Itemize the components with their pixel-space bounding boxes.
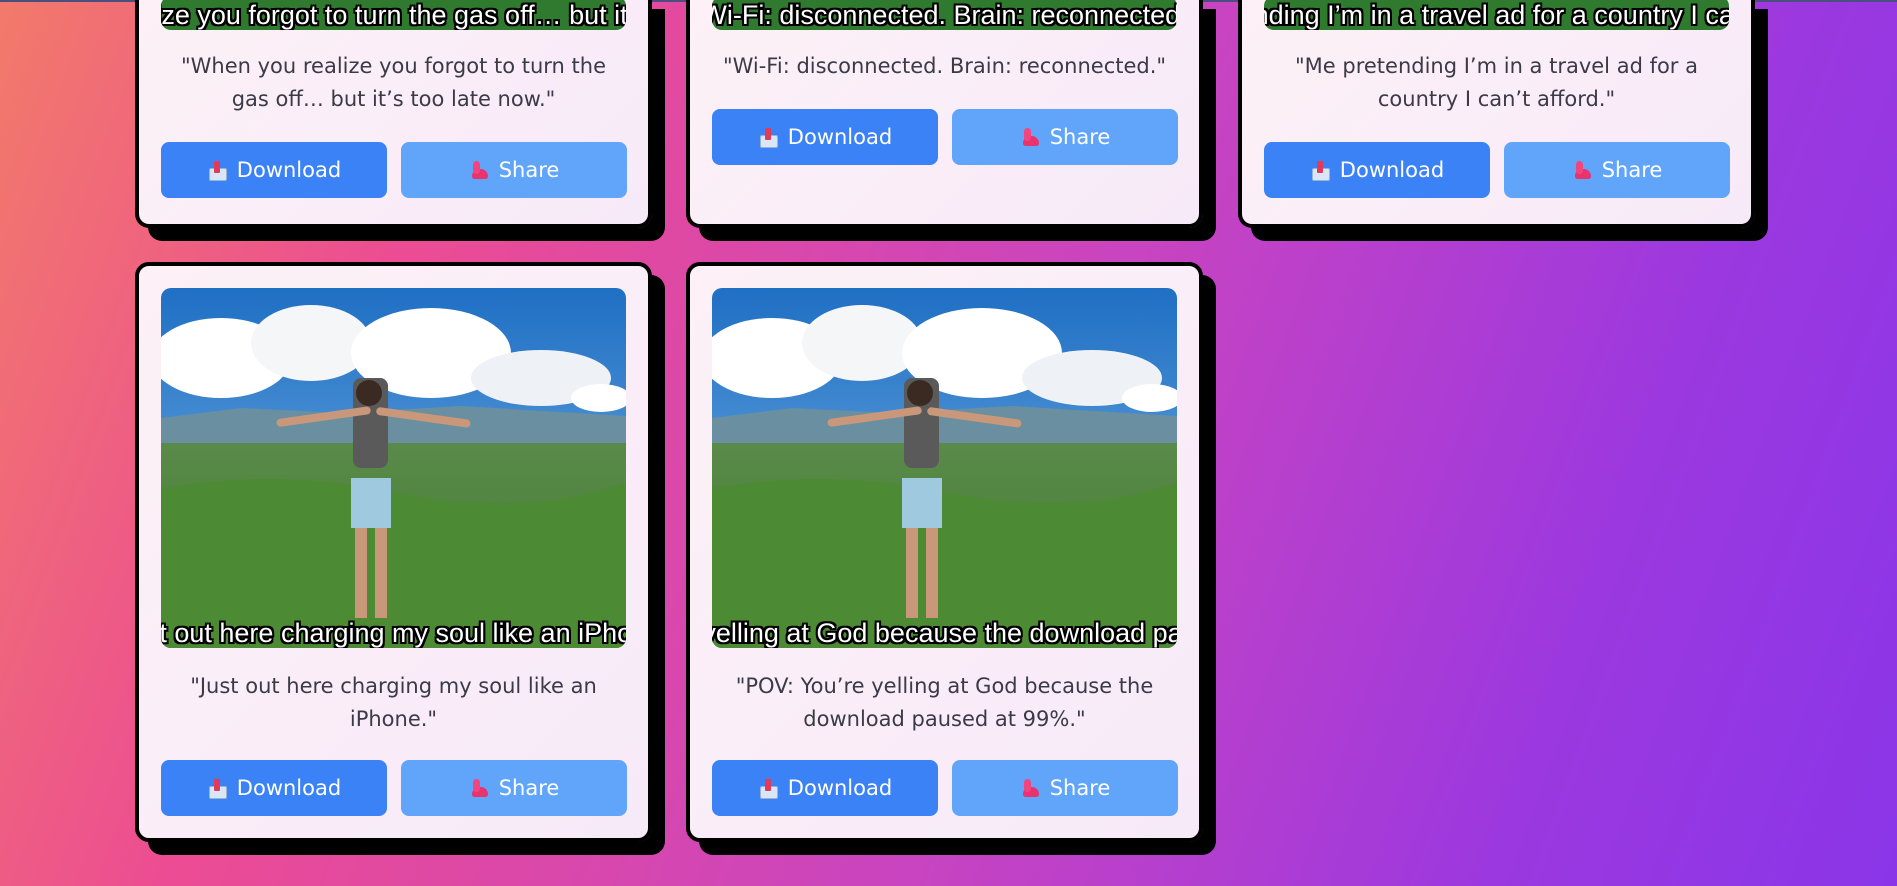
man-on-mountain-photo: [161, 288, 626, 648]
meme-image[interactable]: Wi-Fi: disconnected. Brain: reconnected.: [712, 0, 1177, 30]
share-button[interactable]: Share: [401, 142, 627, 198]
share-label: Share: [498, 158, 560, 182]
download-button[interactable]: Download: [1264, 142, 1490, 198]
download-icon: [758, 778, 778, 799]
meme-caption: "When you realize you forgot to turn the…: [180, 54, 606, 111]
share-button[interactable]: Share: [1504, 142, 1730, 198]
meme-image[interactable]: POV: You’re yelling at God because the d…: [712, 288, 1177, 648]
meme-card: Wi-Fi: disconnected. Brain: reconnected.…: [686, 0, 1203, 228]
meme-card: Me pretending I’m in a travel ad for a c…: [1238, 0, 1755, 228]
meme-card: When you realize you forgot to turn the …: [135, 0, 652, 228]
download-icon: [1310, 160, 1330, 181]
share-icon: [1020, 127, 1040, 147]
meme-card: POV: You’re yelling at God because the d…: [686, 262, 1203, 842]
download-button[interactable]: Download: [161, 142, 387, 198]
share-button[interactable]: Share: [952, 109, 1178, 165]
download-icon: [207, 160, 227, 181]
download-label: Download: [236, 158, 342, 182]
meme-overlay-text: POV: You’re yelling at God because the d…: [712, 618, 1177, 648]
share-icon: [1572, 160, 1592, 180]
download-button[interactable]: Download: [712, 760, 938, 816]
share-button[interactable]: Share: [952, 760, 1178, 816]
share-icon: [469, 778, 489, 798]
meme-caption: "Me pretending I’m in a travel ad for a …: [1295, 54, 1698, 111]
meme-caption: "POV: You’re yelling at God because the …: [735, 674, 1154, 731]
download-label: Download: [1339, 158, 1445, 182]
download-button[interactable]: Download: [712, 109, 938, 165]
download-label: Download: [236, 776, 342, 800]
share-label: Share: [1049, 776, 1111, 800]
download-icon: [207, 778, 227, 799]
meme-overlay-text: Me pretending I’m in a travel ad for a c…: [1264, 0, 1729, 30]
share-button[interactable]: Share: [401, 760, 627, 816]
meme-caption: "Wi-Fi: disconnected. Brain: reconnected…: [722, 54, 1167, 78]
share-label: Share: [1601, 158, 1663, 182]
man-on-mountain-photo: [712, 288, 1177, 648]
meme-card: Just out here charging my soul like an i…: [135, 262, 652, 842]
share-icon: [1020, 778, 1040, 798]
download-label: Download: [787, 776, 893, 800]
meme-image[interactable]: Me pretending I’m in a travel ad for a c…: [1264, 0, 1729, 30]
meme-overlay-text: When you realize you forgot to turn the …: [161, 0, 626, 30]
meme-image[interactable]: Just out here charging my soul like an i…: [161, 288, 626, 648]
download-label: Download: [787, 125, 893, 149]
download-icon: [758, 127, 778, 148]
share-icon: [469, 160, 489, 180]
meme-image[interactable]: When you realize you forgot to turn the …: [161, 0, 626, 30]
meme-overlay-text: Wi-Fi: disconnected. Brain: reconnected.: [712, 0, 1177, 30]
share-label: Share: [1049, 125, 1111, 149]
download-button[interactable]: Download: [161, 760, 387, 816]
share-label: Share: [498, 776, 560, 800]
meme-caption: "Just out here charging my soul like an …: [190, 674, 597, 731]
meme-overlay-text: Just out here charging my soul like an i…: [161, 618, 626, 648]
